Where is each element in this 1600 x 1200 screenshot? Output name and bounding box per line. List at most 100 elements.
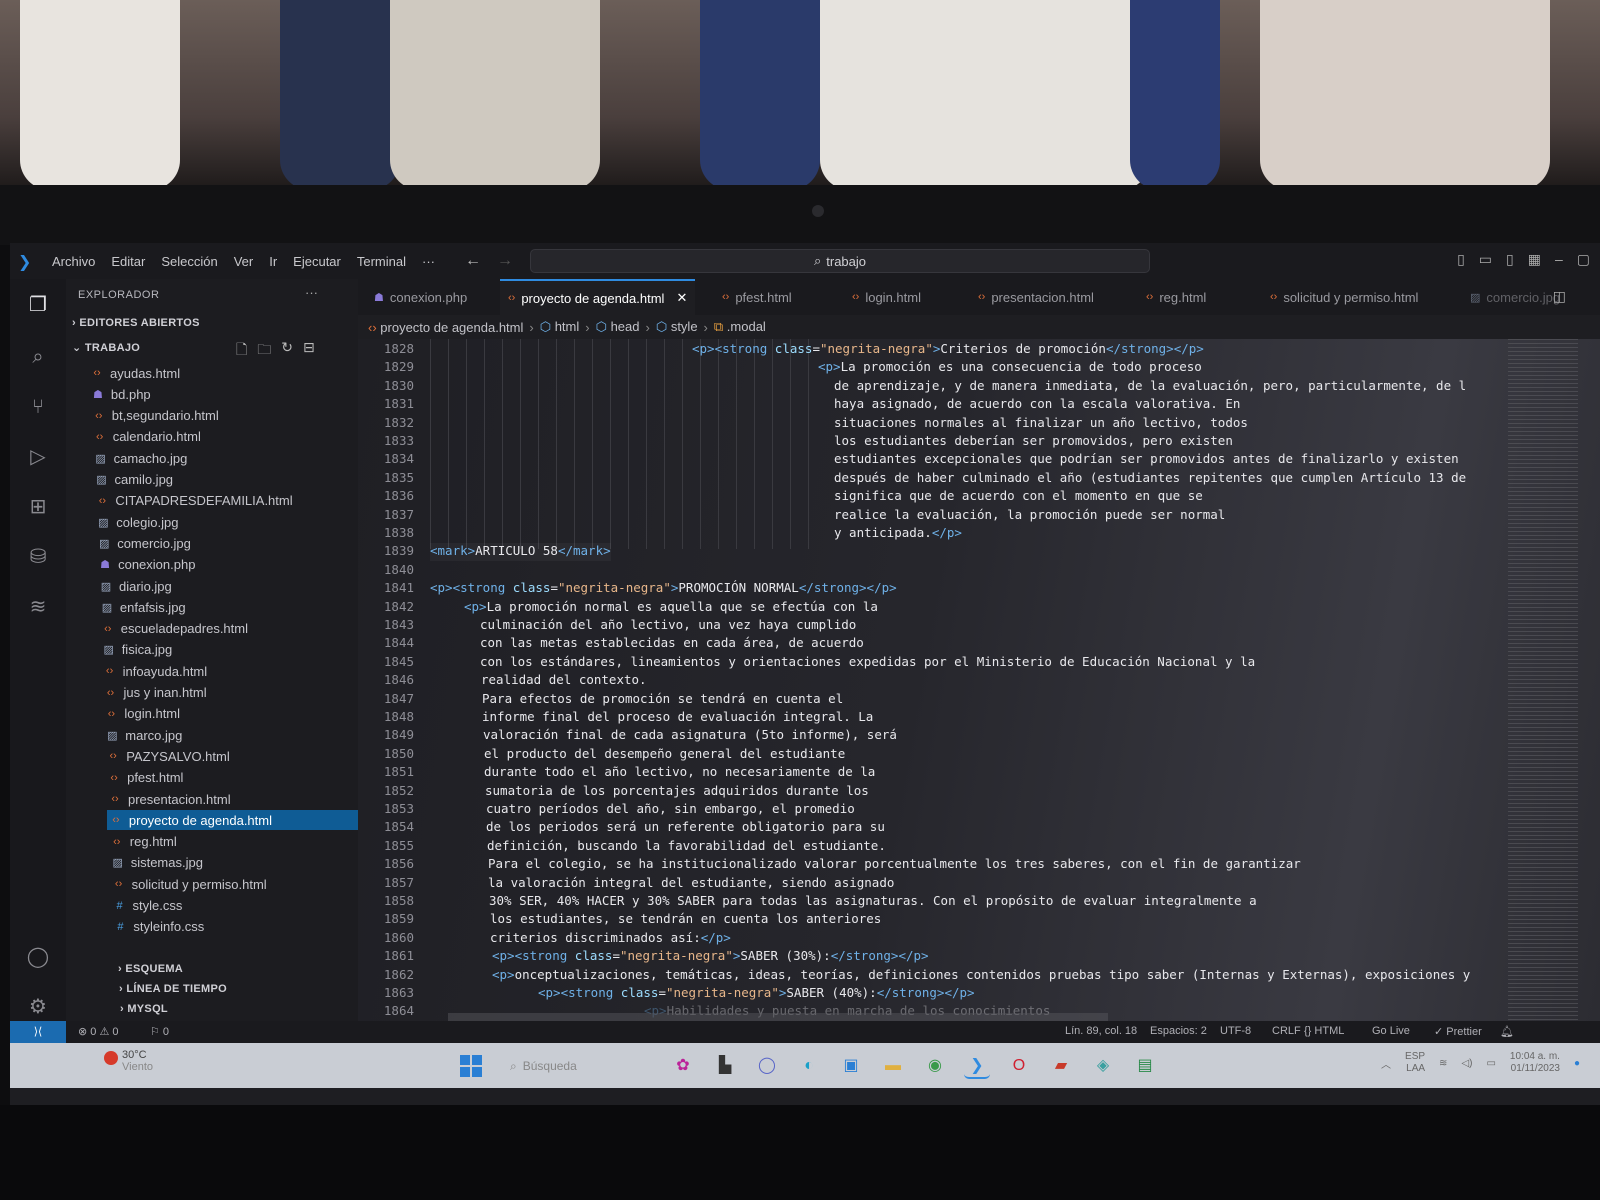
clock-date[interactable]: 01/11/2023 [1510, 1063, 1560, 1075]
code-line[interactable]: <p><strong class="negrita-negra">Criteri… [692, 341, 1204, 359]
source-control-icon[interactable]: ⑂ [24, 393, 52, 421]
menu-terminal[interactable]: Terminal [357, 254, 406, 269]
file-item[interactable]: ‹› CITAPADRESDEFAMILIA.html [93, 491, 358, 511]
code-line[interactable]: culminación del año lectivo, una vez hay… [480, 617, 856, 635]
code-line[interactable]: con las metas establecidas en cada área,… [480, 635, 864, 653]
file-item[interactable]: ‹› escueladepadres.html [99, 619, 358, 639]
file-item[interactable]: ▨ colegio.jpg [94, 512, 358, 532]
customize-layout-icon[interactable]: ▦ [1528, 251, 1541, 268]
file-item[interactable]: ▨ fisica.jpg [100, 640, 358, 660]
section-open-editors[interactable]: › EDITORES ABIERTOS [72, 317, 200, 329]
excel-app-icon[interactable]: ▤ [1132, 1053, 1158, 1079]
file-item[interactable]: ▨ camilo.jpg [93, 470, 359, 490]
code-line[interactable]: <p>La promoción es una consecuencia de t… [818, 359, 1202, 377]
horizontal-scrollbar[interactable] [448, 1013, 1108, 1021]
vscode-app-icon[interactable]: ❯ [964, 1053, 990, 1079]
folder-app-icon[interactable]: ▬ [880, 1053, 906, 1079]
code-line[interactable]: de aprendizaje, y de manera inmediata, d… [834, 378, 1466, 396]
forward-arrow-icon[interactable]: → [497, 252, 513, 270]
section-l-nea-de-tiempo[interactable]: › LÍNEA DE TIEMPO [119, 983, 227, 995]
ports-indicator[interactable]: ⚐ 0 [150, 1025, 169, 1038]
code-line[interactable]: después de haber culminado el año (estud… [834, 470, 1466, 488]
run-debug-icon[interactable]: ▷ [24, 443, 52, 471]
office-app-icon[interactable]: ▰ [1048, 1053, 1074, 1079]
file-item[interactable]: ☗ bd.php [89, 384, 358, 404]
menu-seleccion[interactable]: Selección [161, 254, 217, 269]
go-live-button[interactable]: Go Live [1372, 1025, 1410, 1037]
code-line[interactable]: el producto del desempeño general del es… [484, 746, 845, 764]
code-editor[interactable]: 1828 1829 1830 1831 1832 1833 1834 1835 1836 1837… [358, 339, 1600, 1021]
section-esquema[interactable]: › ESQUEMA [118, 963, 183, 975]
widgets-app-icon[interactable]: ✿ [670, 1053, 696, 1079]
edge-browser-icon[interactable]: ◐ [796, 1053, 822, 1079]
photos-app-icon[interactable]: ◈ [1090, 1053, 1116, 1079]
close-tab-icon[interactable]: ✕ [676, 290, 687, 306]
problems-indicator[interactable]: ⊗ 0 ⚠ 0 [78, 1025, 118, 1038]
menu-archivo[interactable]: Archivo [52, 254, 95, 269]
code-line[interactable]: 30% SER, 40% HACER y 30% SABER para toda… [489, 893, 1257, 911]
code-line[interactable]: y anticipada.</p> [834, 525, 962, 543]
file-item[interactable]: ‹› login.html [102, 704, 358, 724]
store-app-icon[interactable]: ▣ [838, 1053, 864, 1079]
section-mysql[interactable]: › MYSQL [120, 1003, 168, 1015]
file-item[interactable]: ‹› reg.html [108, 832, 358, 852]
cursor-position[interactable]: Lín. 89, col. 18 [1065, 1025, 1137, 1037]
toggle-sidebar-icon[interactable]: ▯ [1457, 251, 1465, 268]
file-item[interactable]: ‹› jus y inan.html [102, 683, 359, 703]
tab-solicitud-y-permiso-html[interactable]: ‹› solicitud y permiso.html [1262, 279, 1426, 315]
language-mode[interactable]: {} HTML [1304, 1025, 1344, 1037]
code-line[interactable]: durante todo el año lectivo, no necesari… [484, 764, 875, 782]
file-item[interactable]: ▨ sistemas.jpg [109, 853, 358, 873]
language-indicator-layout[interactable]: LAA [1405, 1063, 1425, 1075]
file-item[interactable]: ‹› solicitud y permiso.html [110, 874, 358, 894]
start-menu-button[interactable] [460, 1055, 482, 1077]
code-line[interactable]: definición, buscando la favorabilidad de… [487, 838, 886, 856]
code-line[interactable]: <p><strong class="negrita-negra">PROMOCI… [430, 580, 897, 598]
tab-reg-html[interactable]: ‹› reg.html [1138, 279, 1214, 315]
notification-center-icon[interactable]: ● [1574, 1058, 1580, 1069]
toggle-panel-icon[interactable]: ▭ [1479, 251, 1492, 268]
breadcrumb-item[interactable]: ⬡ html [540, 319, 580, 335]
file-item[interactable]: ‹› proyecto de agenda.html [106, 810, 358, 831]
database-icon[interactable]: ⛁ [24, 543, 52, 571]
notifications-bell-icon[interactable]: 🔔︎ [1500, 1025, 1514, 1038]
code-line[interactable]: la valoración integral del estudiante, s… [488, 875, 894, 893]
file-item[interactable]: ‹› infoayuda.html [101, 661, 358, 681]
breadcrumb-item[interactable]: ⧉ .modal [714, 319, 766, 335]
code-line[interactable]: <p>onceptualizaciones, temáticas, ideas,… [492, 967, 1470, 985]
code-line[interactable]: realice la evaluación, la promoción pued… [834, 507, 1225, 525]
tab-proyecto-de-agenda-html[interactable]: ‹› proyecto de agenda.html ✕ [500, 279, 696, 315]
prettier-status[interactable]: ✓ Prettier [1434, 1025, 1482, 1038]
menu-ver[interactable]: Ver [234, 254, 254, 269]
code-line[interactable]: <p>La promoción normal es aquella que se… [464, 599, 878, 617]
refresh-icon[interactable]: ↻ [281, 339, 293, 363]
toggle-secondary-sidebar-icon[interactable]: ▯ [1506, 251, 1514, 268]
layers-icon[interactable]: ≋ [24, 593, 52, 621]
minimap[interactable] [1508, 339, 1578, 1021]
search-icon[interactable]: ⌕ [24, 343, 52, 371]
code-line[interactable]: significa que de acuerdo con el momento … [834, 488, 1203, 506]
menu-ejecutar[interactable]: Ejecutar [293, 254, 341, 269]
file-item[interactable]: ‹› PAZYSALVO.html [104, 746, 358, 766]
code-line[interactable]: de los periodos será un referente obliga… [486, 819, 885, 837]
file-item[interactable]: ▨ diario.jpg [97, 576, 358, 596]
tray-chevron-up-icon[interactable]: ︿ [1381, 1056, 1391, 1071]
sidebar-more-button[interactable]: ··· [305, 285, 318, 300]
code-line[interactable]: los estudiantes deberían ser promovidos,… [834, 433, 1233, 451]
code-line[interactable]: sumatoria de los porcentajes adquiridos … [485, 783, 869, 801]
file-item[interactable]: ‹› ayudas.html [88, 363, 358, 383]
menu-ir[interactable]: Ir [269, 254, 277, 269]
code-content[interactable]: <p><strong class="negrita-negra">Criteri… [424, 339, 1504, 1021]
section-workspace[interactable]: ⌄ TRABAJO [72, 341, 140, 354]
file-item[interactable]: # styleinfo.css [111, 917, 358, 937]
chat-app-icon[interactable]: ◯ [754, 1053, 780, 1079]
code-line[interactable]: <mark>ARTICULO 58</mark> [430, 543, 611, 562]
code-line[interactable]: realidad del contexto. [481, 672, 647, 690]
breadcrumb-item[interactable]: ⬡ style [656, 319, 698, 335]
file-item[interactable]: ‹› bt,segundario.html [90, 406, 358, 426]
file-item[interactable]: ‹› pfest.html [105, 768, 358, 788]
code-line[interactable]: situaciones normales al finalizar un año… [834, 415, 1248, 433]
code-line[interactable]: Para el colegio, se ha institucionalizad… [488, 856, 1301, 874]
maximize-icon[interactable]: ▢ [1577, 251, 1590, 268]
code-line[interactable]: <p><strong class="negrita-negra">SABER (… [538, 985, 975, 1003]
